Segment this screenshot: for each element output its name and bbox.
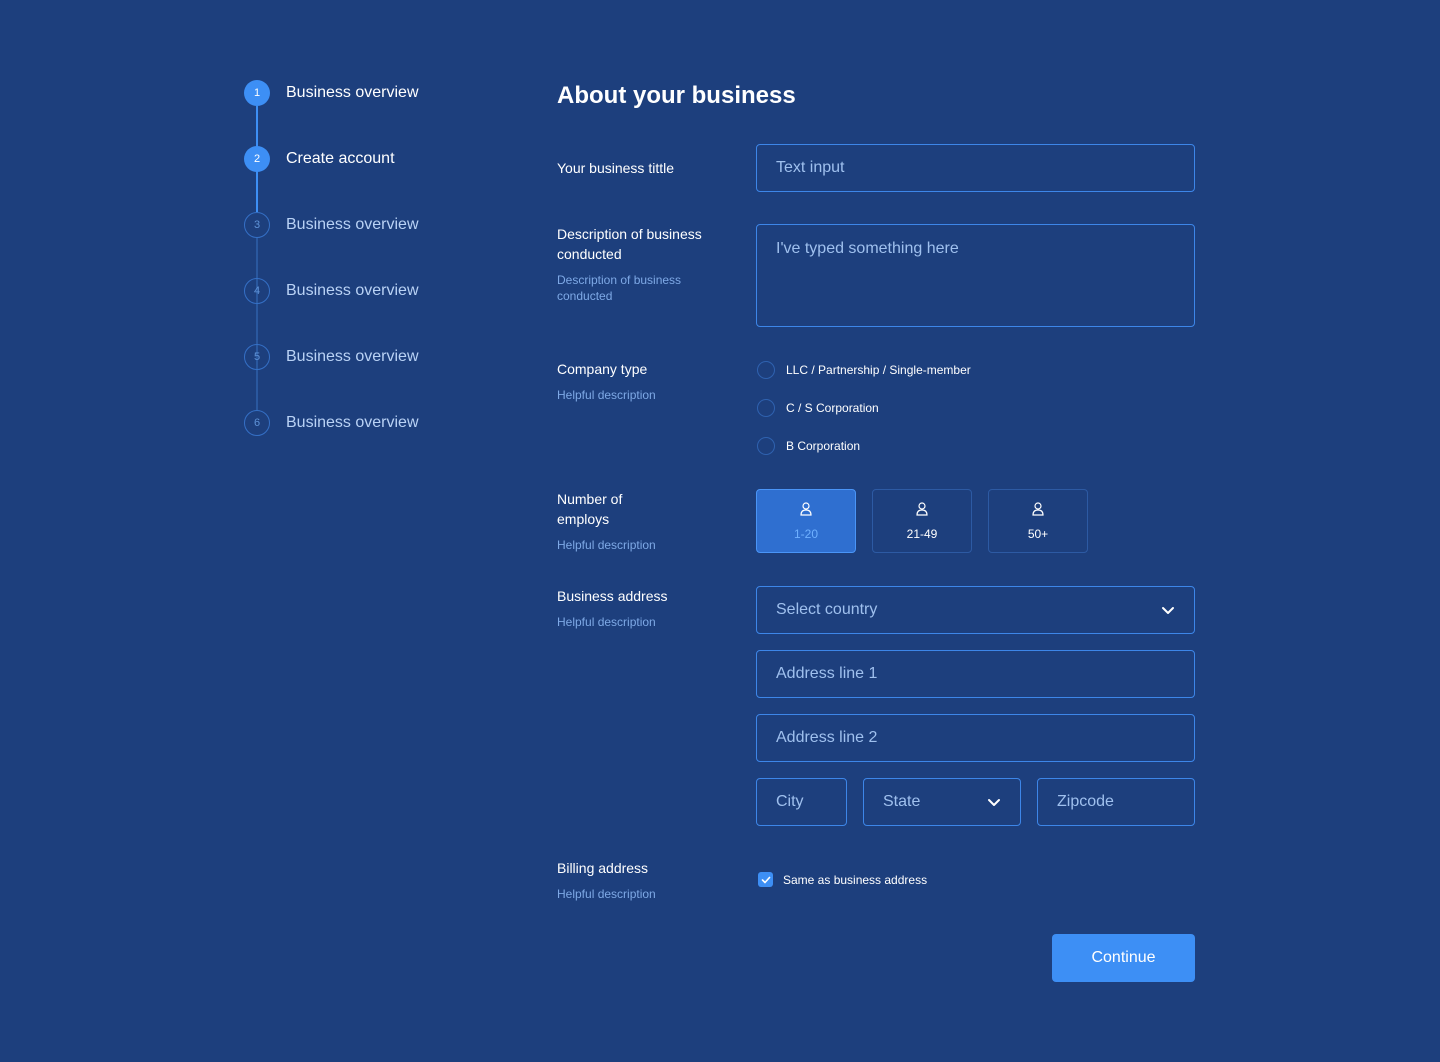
company-type-option-b[interactable]: B Corporation	[757, 436, 860, 456]
company-type-option-llc[interactable]: LLC / Partnership / Single-member	[757, 360, 971, 380]
business-title-input[interactable]	[756, 144, 1195, 192]
step-5-label: Business overview	[286, 348, 419, 365]
step-4[interactable]: 4 Business overview	[244, 278, 419, 304]
same-as-business-address[interactable]: Same as business address	[758, 872, 927, 887]
step-3[interactable]: 3 Business overview	[244, 212, 419, 238]
billing-address-label: Billing address	[557, 860, 649, 876]
billing-address-help: Helpful description	[557, 887, 656, 901]
user-icon	[1032, 501, 1044, 519]
step-4-label: Business overview	[286, 282, 419, 299]
company-type-label: Company type	[557, 361, 648, 377]
business-address-help: Helpful description	[557, 615, 656, 629]
description-help: Description of business conducted	[557, 273, 682, 303]
step-2[interactable]: 2 Create account	[244, 146, 395, 172]
user-icon	[800, 501, 812, 519]
checkmark-icon	[761, 876, 770, 883]
step-3-number: 3	[244, 212, 270, 238]
state-select-value: State	[883, 793, 921, 810]
employees-option-label: 1-20	[793, 526, 819, 541]
business-title-label: Your business tittle	[557, 160, 674, 176]
page-title: About your business	[557, 82, 796, 109]
employees-label: Number of employs	[557, 491, 623, 527]
progress-stepper: 1 Business overview 2 Create account 3 B…	[244, 80, 504, 440]
step-1-number: 1	[244, 80, 270, 106]
step-2-label: Create account	[286, 150, 395, 167]
address-line-2-input[interactable]	[756, 714, 1195, 762]
same-address-checkbox-label: Same as business address	[783, 872, 928, 887]
description-textarea[interactable]	[756, 224, 1195, 327]
radio-cs-corp-label: C / S Corporation	[786, 401, 879, 415]
step-2-number: 2	[244, 146, 270, 172]
city-input[interactable]	[756, 778, 847, 826]
step-6[interactable]: 6 Business overview	[244, 410, 419, 436]
step-3-label: Business overview	[286, 216, 419, 233]
step-6-label: Business overview	[286, 414, 419, 431]
address-line-1-input[interactable]	[756, 650, 1195, 698]
business-address-label: Business address	[557, 588, 668, 604]
radio-llc-label: LLC / Partnership / Single-member	[786, 363, 971, 377]
step-1-label: Business overview	[286, 84, 419, 101]
step-4-number: 4	[244, 278, 270, 304]
step-6-number: 6	[244, 410, 270, 436]
employees-option-21-49[interactable]: 21-49	[872, 489, 972, 553]
employees-help: Helpful description	[557, 538, 656, 552]
employees-option-label: 50+	[1027, 526, 1049, 541]
description-label: Description of business conducted	[557, 226, 702, 262]
step-5[interactable]: 5 Business overview	[244, 344, 419, 370]
employees-option-label: 21-49	[906, 526, 938, 541]
country-select[interactable]: Select country	[756, 586, 1195, 634]
step-1[interactable]: 1 Business overview	[244, 80, 419, 106]
employees-option-1-20[interactable]: 1-20	[756, 489, 856, 553]
radio-cs-corp[interactable]	[757, 399, 775, 417]
continue-button[interactable]: Continue	[1052, 934, 1195, 982]
company-type-option-cs[interactable]: C / S Corporation	[757, 398, 879, 418]
step-5-number: 5	[244, 344, 270, 370]
chevron-down-icon	[1161, 606, 1175, 615]
zipcode-input[interactable]	[1037, 778, 1195, 826]
radio-b-corp[interactable]	[757, 437, 775, 455]
employees-option-50-plus[interactable]: 50+	[988, 489, 1088, 553]
user-icon	[916, 501, 928, 519]
radio-llc[interactable]	[757, 361, 775, 379]
stepper-line-upcoming	[256, 238, 258, 410]
company-type-help: Helpful description	[557, 388, 656, 402]
country-select-value: Select country	[776, 601, 878, 618]
chevron-down-icon	[987, 798, 1001, 807]
same-address-checkbox[interactable]	[758, 872, 773, 887]
radio-b-corp-label: B Corporation	[786, 439, 861, 453]
state-select[interactable]: State	[863, 778, 1021, 826]
